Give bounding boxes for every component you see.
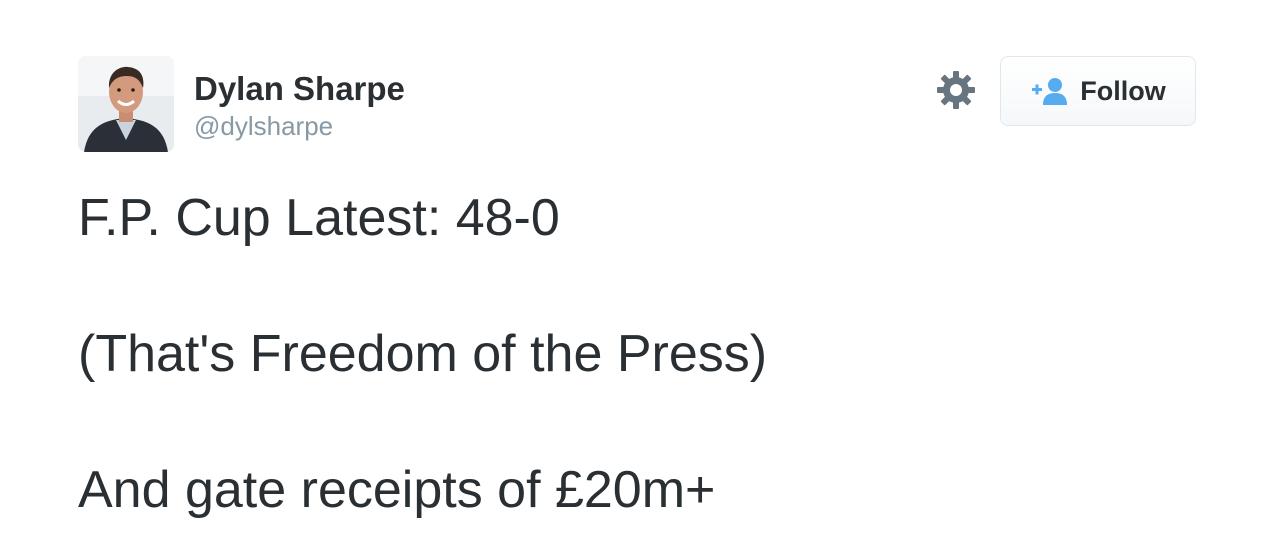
add-user-icon xyxy=(1030,75,1070,107)
user-handle[interactable]: @dylsharpe xyxy=(194,110,405,142)
user-names: Dylan Sharpe @dylsharpe xyxy=(194,70,405,142)
tweet-line: (That's Freedom of the Press) xyxy=(78,325,768,383)
tweet-line: F.P. Cup Latest: 48-0 xyxy=(78,189,560,247)
avatar-photo xyxy=(78,56,174,152)
follow-button[interactable]: Follow xyxy=(1000,56,1196,126)
display-name[interactable]: Dylan Sharpe xyxy=(194,70,405,108)
tweet-card: Dylan Sharpe @dylsharpe Follow F.P. Cup … xyxy=(0,0,1274,540)
avatar[interactable] xyxy=(78,56,174,152)
gear-icon[interactable] xyxy=(936,70,976,110)
follow-label: Follow xyxy=(1080,75,1166,106)
tweet-header: Dylan Sharpe @dylsharpe Follow xyxy=(78,56,1198,152)
tweet-line: And gate receipts of £20m+ xyxy=(78,461,716,519)
